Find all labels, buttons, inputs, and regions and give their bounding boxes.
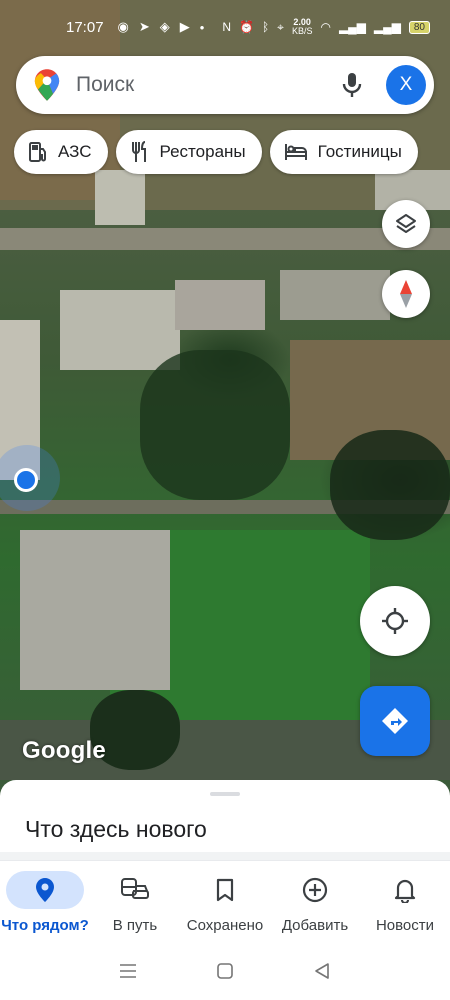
microphone-icon[interactable] — [336, 69, 368, 101]
crosshair-icon — [382, 608, 408, 634]
chip-hotels[interactable]: Гостиницы — [269, 130, 418, 174]
chip-label: Гостиницы — [317, 142, 402, 161]
category-chips: АЗС Рестораны Гостиницы — [14, 130, 418, 174]
map-building — [280, 270, 390, 320]
layers-button[interactable] — [382, 200, 430, 248]
map-trees — [140, 350, 290, 500]
hotel-icon — [284, 144, 307, 160]
sheet-title: Что здесь нового — [25, 816, 207, 842]
location-pin-icon — [6, 871, 84, 909]
alarm-icon: ⏰ — [239, 20, 254, 34]
dot-icon: • — [199, 19, 205, 35]
nav-go[interactable]: В путь — [90, 861, 180, 942]
add-circle-icon — [276, 871, 354, 909]
youtube-icon: ▶ — [179, 19, 190, 34]
layers-icon — [396, 214, 416, 233]
google-attribution: Google — [22, 737, 106, 764]
nav-label: Что рядом? — [1, 917, 89, 934]
gas-station-icon — [29, 142, 46, 162]
nav-label: Новости — [375, 917, 435, 934]
status-system-icons: Ν ⏰ ᛒ ⌖ 2.00 KB/S ◠ ▂▄▆ ▂▄▆ 80 — [222, 18, 430, 36]
status-bar: 17:07 ◉ ➤ ◈ ▶ • Ν ⏰ ᛒ ⌖ 2.00 KB/S ◠ ▂▄▆ … — [0, 0, 450, 54]
commute-icon — [96, 871, 174, 909]
restaurant-icon — [131, 141, 146, 162]
bottom-navigation: Что рядом? В путь Сохранено Добавить Нов… — [0, 860, 450, 942]
nav-label: Добавить — [281, 917, 349, 934]
map-view[interactable] — [0, 0, 450, 800]
net-speed: 2.00 KB/S — [292, 18, 313, 36]
directions-icon — [382, 708, 408, 734]
chip-restaurants[interactable]: Рестораны — [115, 130, 262, 174]
menu-icon[interactable] — [116, 959, 140, 983]
map-trees — [330, 430, 450, 540]
nav-label: В путь — [112, 917, 158, 934]
bell-icon — [366, 871, 444, 909]
search-input[interactable]: Поиск — [76, 73, 336, 97]
wifi-icon: ◠ — [320, 20, 331, 34]
net-speed-unit: KB/S — [291, 26, 313, 36]
back-icon[interactable] — [310, 959, 334, 983]
nav-contribute[interactable]: Добавить — [270, 861, 360, 942]
nav-saved[interactable]: Сохранено — [180, 861, 270, 942]
signal-icon: ▂▄▆ — [373, 20, 401, 34]
nav-updates[interactable]: Новости — [360, 861, 450, 942]
compass-button[interactable] — [382, 270, 430, 318]
explore-sheet[interactable]: Что здесь нового — [0, 780, 450, 870]
avatar[interactable]: X — [386, 65, 426, 105]
google-maps-logo-icon — [34, 69, 60, 101]
status-time: 17:07 — [66, 18, 104, 36]
bluetooth-icon: ᛒ — [261, 20, 270, 34]
chip-gas-station[interactable]: АЗС — [14, 130, 108, 174]
compass-icon — [400, 280, 412, 308]
map-building — [175, 280, 265, 330]
my-location-dot[interactable] — [14, 468, 38, 492]
map-building — [20, 530, 170, 690]
map-building — [60, 290, 180, 370]
drag-handle[interactable] — [210, 792, 240, 796]
nfc-icon: Ν — [222, 20, 232, 34]
battery-icon: 80 — [408, 20, 430, 34]
chip-label: Рестораны — [159, 142, 246, 161]
map-building — [95, 170, 145, 225]
location-icon: ⌖ — [277, 19, 284, 34]
home-icon[interactable] — [213, 959, 237, 983]
telegram-icon: ➤ — [138, 19, 150, 34]
chip-label: АЗС — [58, 142, 92, 161]
signal-icon: ▂▄▆ — [338, 20, 366, 34]
system-navigation-bar — [0, 942, 450, 1000]
search-bar[interactable]: Поиск X — [16, 56, 434, 114]
nav-label: Сохранено — [186, 917, 264, 934]
notification-icon: ◉ — [117, 19, 129, 34]
directions-button[interactable] — [360, 686, 430, 756]
my-location-button[interactable] — [360, 586, 430, 656]
status-notification-icons: ◉ ➤ ◈ ▶ • — [118, 19, 205, 35]
bookmark-icon — [186, 871, 264, 909]
app-icon: ◈ — [159, 19, 170, 34]
nav-explore[interactable]: Что рядом? — [0, 861, 90, 942]
